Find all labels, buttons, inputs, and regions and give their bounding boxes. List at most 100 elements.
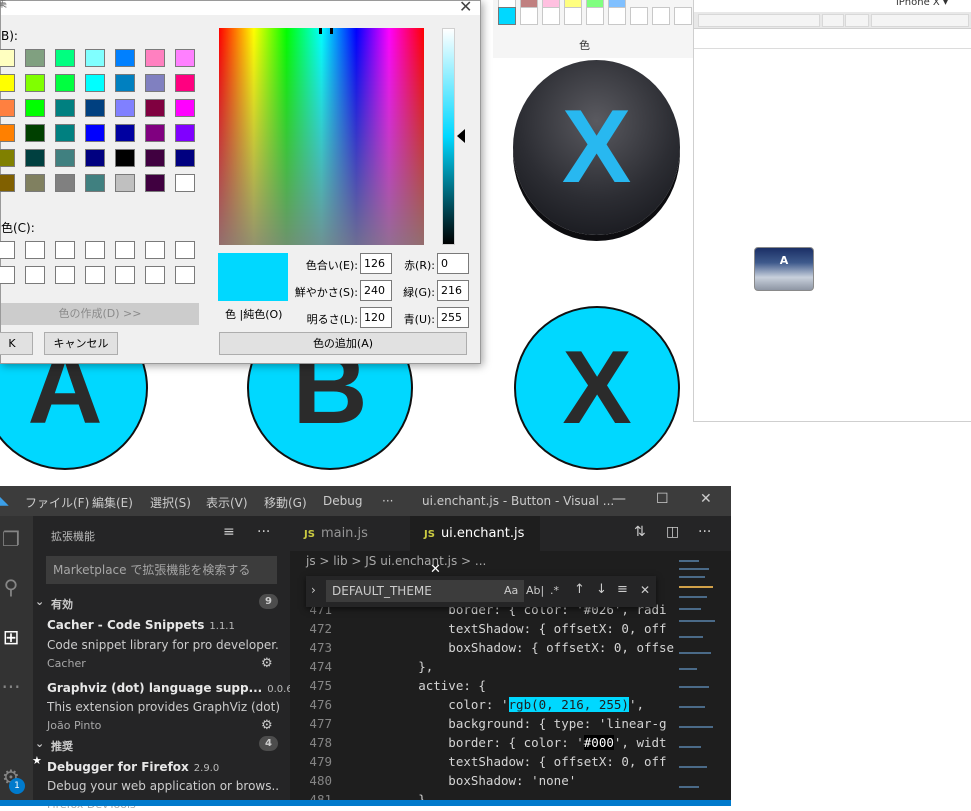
define-custom-colors-button[interactable]: 色の作成(D) >> (1, 303, 199, 325)
basic-color-swatch[interactable] (85, 174, 105, 192)
minimap[interactable] (675, 556, 723, 806)
basic-color-swatch[interactable] (25, 149, 45, 167)
split-editor-icon[interactable]: ◫ (666, 524, 679, 540)
custom-color-swatch[interactable] (175, 266, 195, 284)
basic-color-swatch[interactable] (145, 149, 165, 167)
maximize-icon[interactable]: ☐ (656, 491, 669, 507)
basic-color-swatch[interactable] (0, 124, 15, 142)
basic-color-swatch[interactable] (115, 124, 135, 142)
extension-search-input[interactable]: Marketplace で拡張機能を検索する (46, 556, 277, 584)
basic-color-swatch[interactable] (145, 99, 165, 117)
basic-color-swatch[interactable] (145, 174, 165, 192)
custom-color-swatch[interactable] (115, 266, 135, 284)
palette-swatch[interactable] (652, 7, 670, 25)
menu-more[interactable]: ··· (382, 494, 393, 508)
color-spectrum[interactable] (219, 28, 424, 245)
palette-swatch[interactable] (564, 7, 582, 25)
basic-color-swatch[interactable] (0, 49, 15, 67)
custom-color-swatch[interactable] (85, 266, 105, 284)
code-line[interactable]: 472 textShadow: { offsetX: 0, off (290, 619, 731, 638)
basic-color-swatch[interactable] (25, 99, 45, 117)
basic-color-swatch[interactable] (145, 124, 165, 142)
tab-main-js[interactable]: JS main.js (290, 516, 408, 551)
basic-color-swatch[interactable] (55, 49, 75, 67)
basic-color-swatch[interactable] (145, 49, 165, 67)
basic-color-swatch[interactable] (175, 174, 195, 192)
basic-color-swatch[interactable] (115, 74, 135, 92)
custom-color-swatch[interactable] (175, 241, 195, 259)
hue-field[interactable]: 126 (360, 253, 392, 274)
custom-color-swatch[interactable] (55, 266, 75, 284)
basic-color-swatch[interactable] (115, 174, 135, 192)
lum-field[interactable]: 120 (360, 307, 392, 328)
basic-color-swatch[interactable] (0, 74, 15, 92)
explorer-icon[interactable]: ❐ (0, 528, 22, 550)
cancel-button[interactable]: キャンセル (44, 332, 118, 355)
menu-go[interactable]: 移動(G) (264, 494, 307, 511)
menu-view[interactable]: 表示(V) (206, 494, 248, 511)
palette-swatch[interactable] (608, 7, 626, 25)
basic-color-swatch[interactable] (55, 99, 75, 117)
red-field[interactable]: 0 (437, 253, 469, 274)
more-actions-icon[interactable]: ··· (698, 524, 711, 540)
basic-color-swatch[interactable] (85, 74, 105, 92)
luminance-arrow-icon[interactable] (457, 129, 465, 143)
find-in-selection-icon[interactable]: ≡ (617, 582, 628, 597)
code-line[interactable]: 474 }, (290, 657, 731, 676)
menu-file[interactable]: ファイル(F) (25, 494, 89, 511)
section-enabled[interactable]: ⌄ 有効 9 (33, 592, 290, 612)
basic-color-swatch[interactable] (55, 124, 75, 142)
dark-x-button[interactable]: X (513, 60, 680, 235)
basic-color-swatch[interactable] (175, 49, 195, 67)
basic-color-swatch[interactable] (0, 99, 15, 117)
menu-edit[interactable]: 編集(E) (92, 494, 133, 511)
code-line[interactable]: 478 border: { color: '#000', widt (290, 733, 731, 752)
gear-icon[interactable]: ⚙ (261, 656, 273, 671)
clear-icon[interactable]: ≡ (223, 524, 235, 540)
custom-color-swatch[interactable] (145, 266, 165, 284)
basic-color-swatch[interactable] (55, 149, 75, 167)
compare-icon[interactable]: ⇅ (634, 524, 646, 540)
basic-color-swatch[interactable] (25, 49, 45, 67)
breadcrumb[interactable]: js > lib > JS ui.enchant.js > ... (306, 554, 486, 568)
custom-color-swatch[interactable] (0, 241, 15, 259)
spectrum-crosshair[interactable] (319, 28, 333, 34)
palette-swatch[interactable] (674, 7, 692, 25)
whole-word-icon[interactable]: Ab| (526, 584, 544, 597)
custom-color-swatch[interactable] (85, 241, 105, 259)
basic-color-swatch[interactable] (0, 149, 15, 167)
tab-ui-enchant-js[interactable]: JS ui.enchant.js ✕ (410, 516, 540, 577)
extensions-icon[interactable]: ⊞ (0, 626, 22, 648)
menu-selection[interactable]: 選択(S) (150, 494, 191, 511)
basic-color-swatch[interactable] (145, 74, 165, 92)
basic-color-swatch[interactable] (115, 99, 135, 117)
ok-button[interactable]: K (0, 332, 33, 355)
close-icon[interactable]: ✕ (459, 0, 472, 16)
code-line[interactable]: 476 color: 'rgb(0, 216, 255)', (290, 695, 731, 714)
custom-color-swatch[interactable] (0, 266, 15, 284)
preview-button-a[interactable]: A (754, 247, 814, 291)
chevron-right-icon[interactable]: › (311, 583, 316, 597)
section-recommended[interactable]: ⌄ 推奨 4 (33, 734, 290, 754)
add-custom-color-button[interactable]: 色の追加(A) (219, 332, 467, 355)
minimize-icon[interactable]: — (612, 491, 626, 507)
regex-icon[interactable]: .* (550, 584, 559, 597)
green-field[interactable]: 216 (437, 280, 469, 301)
code-line[interactable]: 479 textShadow: { offsetX: 0, off (290, 752, 731, 771)
palette-swatch[interactable] (520, 7, 538, 25)
code-line[interactable]: 477 background: { type: 'linear-g (290, 714, 731, 733)
match-case-icon[interactable]: Aa (504, 584, 518, 597)
code-line[interactable]: 480 boxShadow: 'none' (290, 771, 731, 790)
custom-color-swatch[interactable] (145, 241, 165, 259)
palette-swatch[interactable] (630, 7, 648, 25)
basic-color-swatch[interactable] (175, 124, 195, 142)
basic-color-swatch[interactable] (85, 124, 105, 142)
sat-field[interactable]: 240 (360, 280, 392, 301)
gear-icon[interactable]: ⚙ (261, 718, 273, 733)
find-input[interactable]: DEFAULT_THEME (326, 580, 524, 602)
basic-color-swatch[interactable] (55, 74, 75, 92)
menu-debug[interactable]: Debug (323, 494, 362, 508)
previous-match-icon[interactable]: ↑ (574, 582, 585, 597)
basic-color-swatch[interactable] (25, 174, 45, 192)
basic-color-swatch[interactable] (115, 149, 135, 167)
